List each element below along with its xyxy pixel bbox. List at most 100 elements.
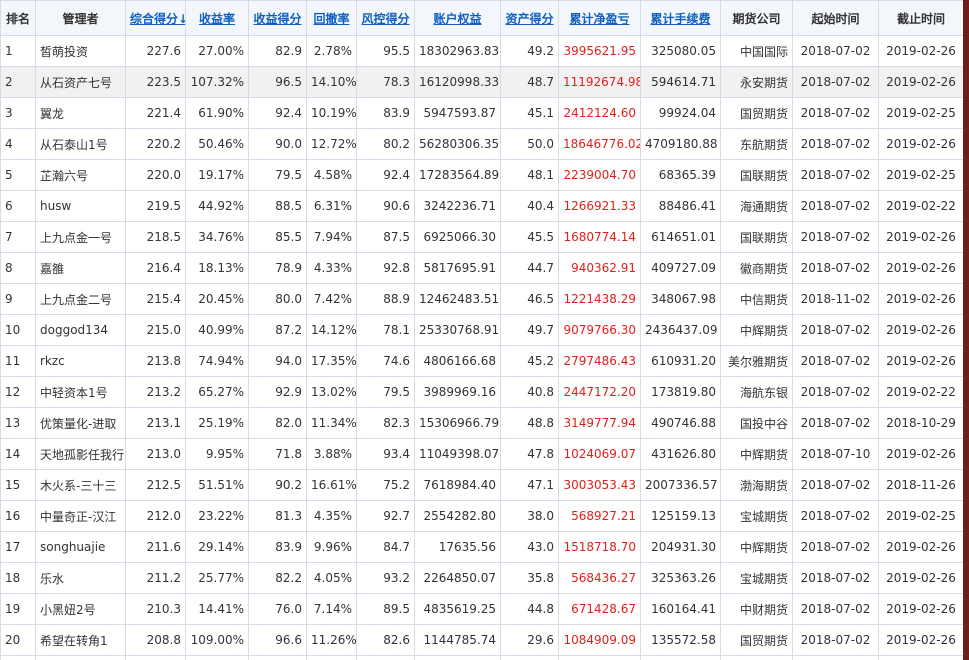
- column-header-return-rate[interactable]: 收益率: [185, 0, 249, 36]
- table-row[interactable]: 4 从石泰山1号 220.2 50.46% 90.0 12.72% 80.2 56280306…: [0, 128, 963, 160]
- cell-manager[interactable]: 皙萌投资: [35, 35, 126, 67]
- cell-start-date: 2018-07-02: [792, 500, 879, 532]
- cell-risk-score: 82.3: [356, 407, 415, 439]
- cell-return-score: 90.0: [248, 128, 307, 160]
- table-row[interactable]: 3 翼龙 221.4 61.90% 92.4 10.19% 83.9 5947593.87 45…: [0, 97, 963, 129]
- column-header-risk-score[interactable]: 风控得分: [356, 0, 415, 36]
- cell-return-rate: 65.27%: [185, 376, 249, 408]
- cell-drawdown: 2.78%: [306, 35, 357, 67]
- sort-desc-icon[interactable]: ↓: [178, 12, 184, 26]
- table-row[interactable]: 20 希望在转角1 208.8 109.00% 96.6 11.26% 82.6 114478…: [0, 624, 963, 656]
- column-header-net-pnl[interactable]: 累计净盈亏: [558, 0, 641, 36]
- table-row[interactable]: 10 doggod134 215.0 40.99% 87.2 14.12% 78.1 2533…: [0, 314, 963, 346]
- cell-asset-score: 46.5: [500, 283, 559, 315]
- cell-account-equity: 17635.56: [414, 531, 501, 563]
- cell-manager[interactable]: 上九点金一号: [35, 221, 126, 253]
- cell-broker: 国投中谷: [720, 407, 793, 439]
- table-row[interactable]: 18 乐水 211.2 25.77% 82.2 4.05% 93.2 2264850.07 35…: [0, 562, 963, 594]
- table-row[interactable]: 2 从石资产七号 223.5 107.32% 96.5 14.10% 78.3 1612099…: [0, 66, 963, 98]
- table-row[interactable]: 8 嘉雒 216.4 18.13% 78.9 4.33% 92.8 5817695.91 44.…: [0, 252, 963, 284]
- cell-manager[interactable]: 中轻资本1号: [35, 376, 126, 408]
- column-header-account-equity[interactable]: 账户权益: [414, 0, 501, 36]
- table-row[interactable]: 14 天地孤影任我行 213.0 9.95% 71.8 3.88% 93.4 11049398…: [0, 438, 963, 470]
- cell-manager[interactable]: 小黑妞2号: [35, 593, 126, 625]
- cell-manager[interactable]: 木火系-三十三: [35, 469, 126, 501]
- cell-overall-score: 213.0: [125, 438, 186, 470]
- cell-manager[interactable]: 中量奇正-汉江: [35, 500, 126, 532]
- cell-manager[interactable]: 天地孤影任我行: [35, 438, 126, 470]
- cell-manager[interactable]: husw: [35, 190, 126, 222]
- cell-net-pnl: 1680774.14: [558, 221, 641, 253]
- cell-manager[interactable]: 嘉雒: [35, 252, 126, 284]
- table-row[interactable]: 17 songhuajie 211.6 29.14% 83.9 9.96% 84.7 1763…: [0, 531, 963, 563]
- cell-rank: [0, 655, 36, 660]
- column-header-fees[interactable]: 累计手续费: [640, 0, 721, 36]
- cell-drawdown: 10.19%: [306, 97, 357, 129]
- column-header-asset-score[interactable]: 资产得分: [500, 0, 559, 36]
- cell-manager[interactable]: 希望在转角1: [35, 624, 126, 656]
- cell-overall-score: 212.0: [125, 500, 186, 532]
- cell-end-date: 2019-02-26: [878, 531, 963, 563]
- table-row[interactable]: 5 芷瀚六号 220.0 19.17% 79.5 4.58% 92.4 17283564.89…: [0, 159, 963, 191]
- column-header-label: 管理者: [62, 11, 99, 26]
- cell-broker: 海航东银: [720, 376, 793, 408]
- cell-account-equity: 15306966.79: [414, 407, 501, 439]
- cell-asset-score: 48.1: [500, 159, 559, 191]
- cell-return-score: 71.8: [248, 438, 307, 470]
- cell-broker: 渤海期货: [720, 469, 793, 501]
- table-row[interactable]: 13 优策量化-进取 213.1 25.19% 82.0 11.34% 82.3 153069…: [0, 407, 963, 439]
- cell-overall-score: 215.0: [125, 314, 186, 346]
- table-row[interactable]: [0, 655, 963, 660]
- table-row[interactable]: 19 小黑妞2号 210.3 14.41% 76.0 7.14% 89.5 4835619.2…: [0, 593, 963, 625]
- cell-asset-score: 45.1: [500, 97, 559, 129]
- column-header-overall-score[interactable]: 综合得分↓: [125, 0, 186, 36]
- table-row[interactable]: 9 上九点金二号 215.4 20.45% 80.0 7.42% 88.9 12462483.…: [0, 283, 963, 315]
- column-header-end-date: 截止时间: [878, 0, 963, 36]
- cell-manager[interactable]: 从石泰山1号: [35, 128, 126, 160]
- cell-broker: 徽商期货: [720, 252, 793, 284]
- table-row[interactable]: 6 husw 219.5 44.92% 88.5 6.31% 90.6 3242236.71 4…: [0, 190, 963, 222]
- cell-risk-score: 92.8: [356, 252, 415, 284]
- cell-manager[interactable]: rkzc: [35, 345, 126, 377]
- cell-net-pnl: 2239004.70: [558, 159, 641, 191]
- cell-net-pnl: 3149777.94: [558, 407, 641, 439]
- cell-return-rate: 51.51%: [185, 469, 249, 501]
- cell-risk-score: 92.4: [356, 159, 415, 191]
- cell-net-pnl: 671428.67: [558, 593, 641, 625]
- cell-manager[interactable]: 上九点金二号: [35, 283, 126, 315]
- cell-drawdown: 14.12%: [306, 314, 357, 346]
- table-row[interactable]: 7 上九点金一号 218.5 34.76% 85.5 7.94% 87.5 6925066.3…: [0, 221, 963, 253]
- cell-drawdown: 7.42%: [306, 283, 357, 315]
- column-header-drawdown[interactable]: 回撤率: [306, 0, 357, 36]
- cell-manager[interactable]: 优策量化-进取: [35, 407, 126, 439]
- cell-return-score: 78.9: [248, 252, 307, 284]
- cell-manager[interactable]: doggod134: [35, 314, 126, 346]
- cell-manager[interactable]: 芷瀚六号: [35, 159, 126, 191]
- cell-broker: 中信期货: [720, 283, 793, 315]
- cell-manager[interactable]: [35, 655, 126, 660]
- cell-overall-score: [125, 655, 186, 660]
- cell-rank: 19: [0, 593, 36, 625]
- cell-asset-score: 50.0: [500, 128, 559, 160]
- cell-manager[interactable]: 翼龙: [35, 97, 126, 129]
- table-row[interactable]: 1 皙萌投资 227.6 27.00% 82.9 2.78% 95.5 18302963.83…: [0, 35, 963, 67]
- table-row[interactable]: 11 rkzc 213.8 74.94% 94.0 17.35% 74.6 4806166.6…: [0, 345, 963, 377]
- table-row[interactable]: 15 木火系-三十三 212.5 51.51% 90.2 16.61% 75.2 761898…: [0, 469, 963, 501]
- cell-manager[interactable]: 乐水: [35, 562, 126, 594]
- cell-account-equity: 5947593.87: [414, 97, 501, 129]
- cell-manager[interactable]: songhuajie: [35, 531, 126, 563]
- cell-start-date: 2018-07-02: [792, 128, 879, 160]
- cell-overall-score: 220.0: [125, 159, 186, 191]
- cell-return-score: 88.5: [248, 190, 307, 222]
- cell-drawdown: 7.14%: [306, 593, 357, 625]
- column-header-label: 账户权益: [433, 11, 482, 26]
- table-row[interactable]: 12 中轻资本1号 213.2 65.27% 92.9 13.02% 79.5 3989969…: [0, 376, 963, 408]
- cell-manager[interactable]: 从石资产七号: [35, 66, 126, 98]
- column-header-return-score[interactable]: 收益得分: [248, 0, 307, 36]
- table-row[interactable]: 16 中量奇正-汉江 212.0 23.22% 81.3 4.35% 92.7 2554282…: [0, 500, 963, 532]
- cell-drawdown: 16.61%: [306, 469, 357, 501]
- column-header-label: 风控得分: [361, 11, 410, 26]
- cell-account-equity: 3989969.16: [414, 376, 501, 408]
- cell-net-pnl: 1024069.07: [558, 438, 641, 470]
- cell-risk-score: 78.1: [356, 314, 415, 346]
